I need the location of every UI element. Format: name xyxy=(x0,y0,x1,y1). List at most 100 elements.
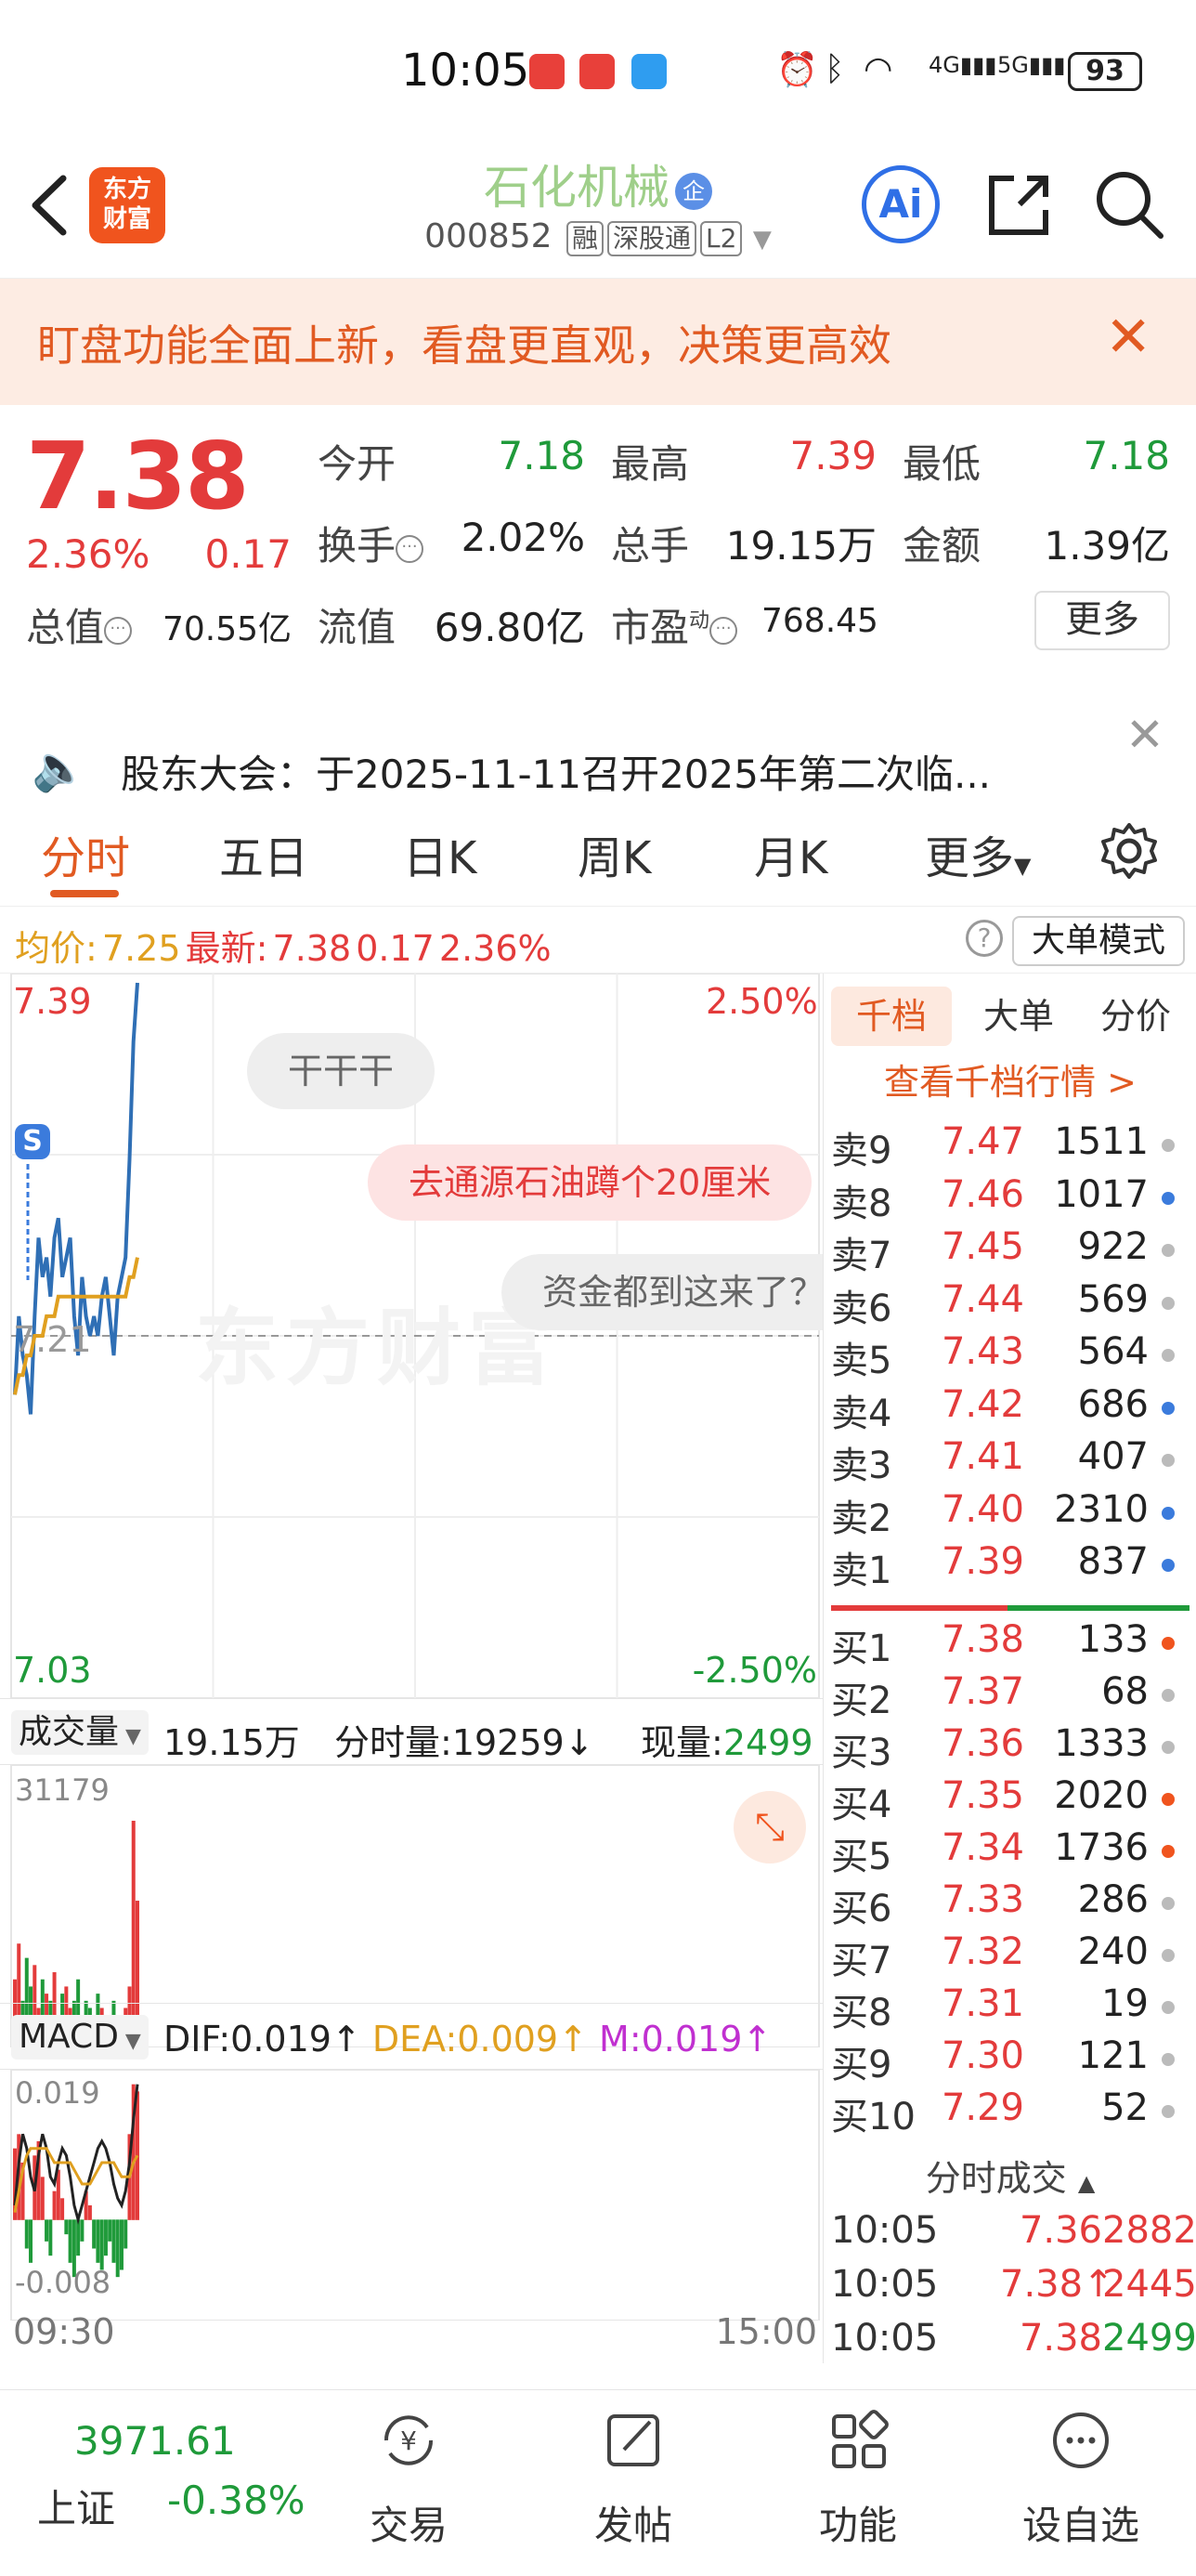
view-thousand-level-link[interactable]: 查看千档行情 > xyxy=(824,1053,1196,1105)
buy-level-label: 买8 xyxy=(831,1992,892,2034)
signal-s-icon[interactable]: S xyxy=(15,1124,50,1159)
tab-monthly-k[interactable]: 月K xyxy=(754,821,827,886)
latest-value: 7.38 xyxy=(272,928,352,969)
macd-histogram-bar xyxy=(92,2219,97,2249)
volume-indicator-select[interactable]: 成交量 ▼ xyxy=(11,1710,149,1755)
gear-icon[interactable] xyxy=(1099,821,1159,881)
sell-level-label: 卖5 xyxy=(831,1340,892,1382)
quote-panel: 7.38 2.36% 0.17 今开 7.18 最高 7.39 最低 7.18 … xyxy=(0,405,1196,674)
buy-level-row[interactable]: 买1 7.38 133 xyxy=(824,1618,1196,1670)
sell-level-price: 7.46 xyxy=(941,1172,1024,1216)
dea-value: DEA:0.009 xyxy=(371,2019,559,2059)
macd-histogram-bar xyxy=(24,2219,29,2249)
more-quote-button[interactable]: 更多 xyxy=(1034,591,1170,650)
banner-close-icon[interactable]: ✕ xyxy=(1105,305,1151,370)
sell-level-row[interactable]: 卖1 7.39 837 xyxy=(824,1540,1196,1592)
macd-indicator-select[interactable]: MACD ▼ xyxy=(11,2015,149,2059)
macd-max-label: 0.019 xyxy=(15,2075,100,2111)
turnover-label: 换手 ··· xyxy=(318,515,424,571)
ai-assistant-button[interactable]: Ai xyxy=(862,165,940,243)
buy-level-row[interactable]: 买6 7.33 286 xyxy=(824,1878,1196,1930)
buy-level-row[interactable]: 买4 7.35 2020 xyxy=(824,1774,1196,1826)
tab-big-order[interactable]: 大单 xyxy=(963,987,1074,1046)
dropdown-caret-icon[interactable]: ▼ xyxy=(753,226,772,254)
nav-add-watchlist[interactable]: 设自选 xyxy=(969,2390,1192,2576)
sell-level-price: 7.42 xyxy=(941,1382,1024,1426)
search-icon[interactable] xyxy=(1092,167,1166,242)
buy-level-price: 7.36 xyxy=(941,1722,1024,1765)
comment-bubble[interactable]: 干干干 xyxy=(247,1033,436,1109)
buy-level-row[interactable]: 买8 7.31 19 xyxy=(824,1982,1196,2034)
sell-level-indicator-dot xyxy=(1162,1349,1175,1362)
macd-histogram-bar xyxy=(103,2219,108,2256)
expand-icon[interactable]: ⤡ xyxy=(734,1791,806,1863)
caret-down-icon: ▼ xyxy=(1014,853,1032,879)
buy-level-label: 买7 xyxy=(831,1940,892,1982)
tab-more[interactable]: 更多▼ xyxy=(925,821,1031,886)
sell-level-row[interactable]: 卖9 7.47 1511 xyxy=(824,1120,1196,1172)
macd-min-label: -0.008 xyxy=(15,2265,111,2300)
buy-level-price: 7.31 xyxy=(941,1982,1024,2025)
buy-level-row[interactable]: 买5 7.34 1736 xyxy=(824,1826,1196,1878)
grid-apps-icon xyxy=(832,2410,889,2468)
sell-level-row[interactable]: 卖5 7.43 564 xyxy=(824,1330,1196,1382)
sell-level-row[interactable]: 卖3 7.41 407 xyxy=(824,1435,1196,1487)
price-bottom-label: 7.03 xyxy=(13,1650,92,1691)
nav-trade[interactable]: ¥ 交易 xyxy=(297,2390,520,2576)
buy-level-indicator-dot xyxy=(1162,1689,1175,1702)
macd-histogram-bar xyxy=(87,2205,92,2220)
sell-level-indicator-dot xyxy=(1162,1296,1175,1310)
tab-daily-k[interactable]: 日K xyxy=(403,821,476,886)
buy-level-row[interactable]: 买7 7.32 240 xyxy=(824,1930,1196,1982)
macd-histogram-bar xyxy=(99,2219,104,2270)
notice-text: 股东大会：于2025-11-11召开2025年第二次临... xyxy=(121,752,992,797)
pe-label: 市盈动 ··· xyxy=(611,596,738,653)
trade-price: 7.38 xyxy=(1019,2317,1102,2360)
change-percent: 2.36% xyxy=(26,531,150,577)
macd-histogram-bar xyxy=(111,2219,116,2263)
comment-bubble[interactable]: 资金都到这来了？ xyxy=(501,1254,823,1330)
nav-functions[interactable]: 功能 xyxy=(747,2390,969,2576)
sell-level-indicator-dot xyxy=(1162,1139,1175,1152)
comment-bubble[interactable]: 去通源石油蹲个20厘米 xyxy=(368,1144,812,1221)
sell-level-row[interactable]: 卖6 7.44 569 xyxy=(824,1278,1196,1330)
sell-level-row[interactable]: 卖2 7.40 2310 xyxy=(824,1488,1196,1540)
sell-level-indicator-dot xyxy=(1162,1559,1175,1572)
buy-level-row[interactable]: 买2 7.37 68 xyxy=(824,1670,1196,1722)
sell-level-volume: 1511 xyxy=(1054,1120,1149,1163)
buy-level-label: 买6 xyxy=(831,1888,892,1930)
sell-level-indicator-dot xyxy=(1162,1191,1175,1205)
buy-level-label: 买3 xyxy=(831,1732,892,1774)
macd-chart[interactable] xyxy=(0,2070,823,2321)
market-cap-value: 70.55亿 xyxy=(162,610,292,648)
tick-trades-title[interactable]: 分时成交 ▲ xyxy=(824,2150,1196,2201)
buy-level-row[interactable]: 买10 7.29 52 xyxy=(824,2086,1196,2138)
buy-level-price: 7.30 xyxy=(941,2034,1024,2077)
help-icon[interactable]: ? xyxy=(966,920,1003,957)
tab-price-distribution[interactable]: 分价 xyxy=(1080,987,1191,1046)
tab-five-day[interactable]: 五日 xyxy=(219,821,308,886)
share-icon[interactable] xyxy=(982,169,1055,242)
nav-post[interactable]: 发帖 xyxy=(522,2390,745,2576)
sell-level-row[interactable]: 卖8 7.46 1017 xyxy=(824,1173,1196,1225)
latest-percent: 2.36% xyxy=(438,928,552,969)
buy-level-row[interactable]: 买9 7.30 121 xyxy=(824,2034,1196,2086)
status-bar: 10:05 ⏰ ᛒ ◠ 4G▮▮▮ 5G▮▮▮ 93 xyxy=(0,0,1196,149)
turnover-value: 2.02% xyxy=(461,515,585,560)
buy-level-row[interactable]: 买3 7.36 1333 xyxy=(824,1722,1196,1774)
big-order-mode-button[interactable]: 大单模式 xyxy=(1012,916,1185,966)
feature-banner[interactable]: 盯盘功能全面上新，看盘更直观，决策更高效 ✕ xyxy=(0,279,1196,405)
tab-weekly-k[interactable]: 周K xyxy=(578,821,651,886)
sell-level-price: 7.43 xyxy=(941,1330,1024,1373)
prev-close-label: 7.21 xyxy=(13,1319,92,1360)
sell-level-row[interactable]: 卖7 7.45 922 xyxy=(824,1225,1196,1277)
buy-level-price: 7.32 xyxy=(941,1930,1024,1973)
notice-bar[interactable]: 🔈 股东大会：于2025-11-11召开2025年第二次临... ✕ xyxy=(0,674,1196,797)
sell-level-row[interactable]: 卖4 7.42 686 xyxy=(824,1383,1196,1435)
tab-thousand-level[interactable]: 千档 xyxy=(831,987,952,1046)
sell-level-volume: 407 xyxy=(1077,1435,1149,1478)
level2-tag: L2 xyxy=(700,221,743,256)
sell-level-volume: 837 xyxy=(1077,1540,1149,1583)
tab-intraday[interactable]: 分时 xyxy=(41,821,130,886)
notice-close-icon[interactable]: ✕ xyxy=(1125,708,1164,762)
